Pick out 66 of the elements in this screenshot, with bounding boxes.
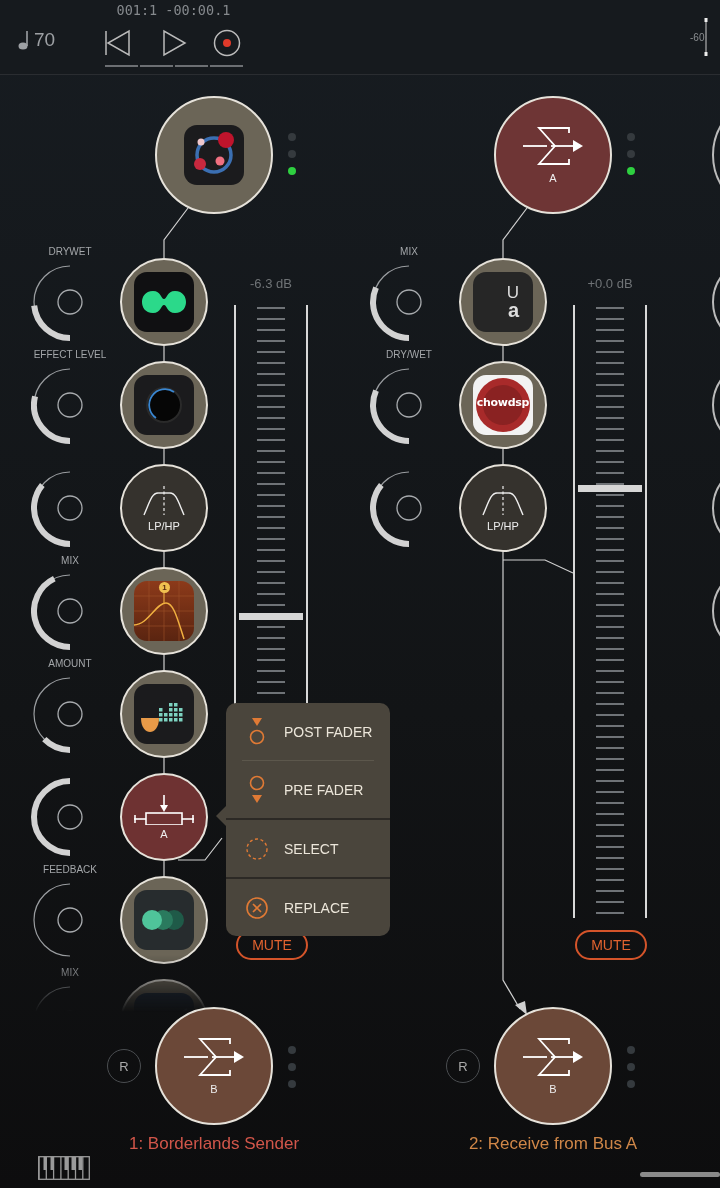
knob-label: FEEDBACK	[42, 864, 98, 875]
band-badge: 1	[159, 582, 170, 593]
bus-node[interactable]: B	[155, 1007, 273, 1125]
knob[interactable]	[31, 675, 84, 753]
logo-text: U	[506, 285, 519, 301]
knob-label: MIX	[399, 246, 419, 257]
connector-line	[163, 757, 165, 774]
knob[interactable]	[31, 263, 84, 341]
fader-thumb[interactable]	[239, 612, 303, 620]
sum-arrow-icon	[523, 1037, 583, 1077]
sum-arrow-icon	[523, 126, 583, 166]
knob-label: AMOUNT	[47, 658, 93, 669]
plugin-node[interactable]: U a	[459, 258, 547, 346]
bus-node[interactable]: B	[494, 1007, 612, 1125]
tempo-value[interactable]: 70	[34, 29, 56, 51]
fader-reading: +0.0 dB	[586, 276, 634, 291]
send-node[interactable]: A	[120, 773, 208, 861]
mute-button[interactable]: MUTE	[575, 930, 647, 960]
knob-label: DRYWET	[47, 246, 93, 257]
filter-curve-icon	[142, 484, 186, 517]
connector-line	[163, 448, 165, 465]
bus-node[interactable]: A	[494, 96, 612, 214]
dial-icon	[144, 385, 184, 425]
filter-node[interactable]: LP/HP	[459, 464, 547, 552]
fader-reading: -6.3 dB	[249, 276, 293, 291]
rewind-button[interactable]	[103, 28, 133, 58]
record-button[interactable]	[212, 28, 242, 58]
knob-label: MIX	[60, 967, 80, 978]
knob-label: MIX	[60, 555, 80, 566]
knob[interactable]	[31, 778, 84, 856]
fader-thumb[interactable]	[578, 484, 642, 492]
connector-line	[163, 654, 165, 671]
infinity-icon	[141, 290, 187, 314]
piano-keyboard-icon[interactable]	[38, 1156, 90, 1180]
knob[interactable]	[31, 366, 84, 444]
logo-text: a	[507, 301, 519, 319]
connector-line	[502, 448, 504, 465]
menu-item[interactable]: PRE FADER	[226, 761, 390, 818]
connector-line	[502, 207, 528, 259]
connector-line	[502, 345, 504, 362]
knob[interactable]	[31, 469, 84, 547]
knob[interactable]	[31, 572, 84, 650]
knob-label: EFFECT LEVEL	[32, 349, 108, 360]
plugin-node[interactable]: chowdsp	[459, 361, 547, 449]
sum-arrow-icon	[184, 1037, 244, 1077]
knob[interactable]	[31, 881, 84, 959]
connector-line	[163, 207, 189, 259]
knob[interactable]	[370, 263, 423, 341]
potentiometer-icon	[134, 794, 194, 825]
menu-item[interactable]: POST FADER	[226, 703, 390, 760]
connector-line	[163, 551, 165, 568]
plugin-node[interactable]: 1	[120, 567, 208, 655]
knob[interactable]	[370, 366, 423, 444]
meter-scale-icon	[704, 17, 711, 57]
time-position: 001:1 -00:00.1	[116, 2, 231, 18]
channel-name[interactable]: 1: Borderlands Sender	[64, 1134, 364, 1154]
connector-line	[163, 860, 165, 877]
filter-node[interactable]: LP/HP	[120, 464, 208, 552]
level-meter-label: -60	[690, 31, 705, 43]
filter-curve-icon	[481, 484, 525, 517]
connector-line	[177, 837, 223, 861]
menu-item[interactable]: SELECT	[226, 820, 390, 877]
logo-text: chowdsp	[475, 396, 531, 409]
knob-label: DRY/WET	[385, 349, 433, 360]
channel-name[interactable]: 2: Receive from Bus A	[403, 1134, 703, 1154]
knob[interactable]	[370, 469, 423, 547]
